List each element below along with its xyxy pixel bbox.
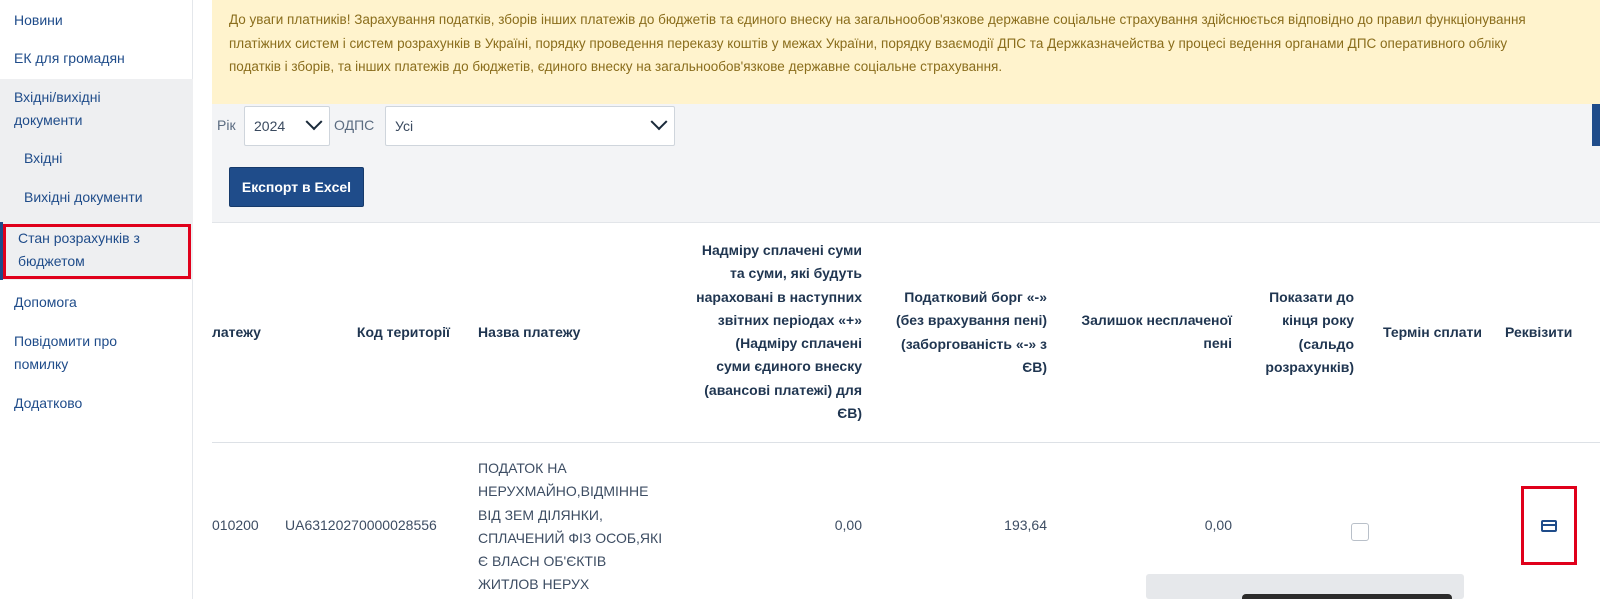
- sidebar-item-news[interactable]: Новини: [14, 9, 63, 32]
- sidebar-item-label: документи: [14, 112, 83, 128]
- sidebar-item-label: бюджетом: [18, 253, 85, 269]
- sidebar: Новини ЕК для громадян Вхідні/вихідні до…: [0, 0, 193, 599]
- sidebar-item-documents[interactable]: Вхідні/вихідні документи: [14, 86, 101, 132]
- header-show-year-end: Показати до кінця року (сальдо розрахунк…: [1265, 289, 1354, 375]
- header-overpaid: Надміру сплачені суми та суми, які будут…: [696, 242, 862, 422]
- sidebar-item-ek-citizens[interactable]: ЕК для громадян: [14, 47, 125, 70]
- odps-select-value: Усі: [395, 118, 414, 134]
- header-tax-debt: Податковий борг «-» (без врахування пені…: [895, 289, 1047, 375]
- year-select[interactable]: 2024: [244, 106, 330, 146]
- payer-notice: До уваги платників! Зарахування податків…: [212, 0, 1600, 104]
- sidebar-item-label: помилку: [14, 356, 69, 372]
- show-year-end-checkbox[interactable]: [1351, 523, 1369, 541]
- cell-penalty: 0,00: [1204, 517, 1232, 533]
- apply-button-edge[interactable]: [1592, 104, 1600, 146]
- sidebar-item-additional[interactable]: Додатково: [14, 392, 82, 415]
- settlements-table: [212, 222, 1600, 599]
- header-territory-code: Код території: [356, 324, 450, 340]
- sidebar-item-report-error[interactable]: Повідомити про помилку: [14, 330, 117, 376]
- export-excel-button[interactable]: Експорт в Excel: [229, 167, 364, 207]
- odps-select[interactable]: Усі: [385, 106, 675, 146]
- sidebar-item-incoming[interactable]: Вхідні: [24, 147, 62, 170]
- cell-territory-code: UA63120270000028556: [285, 517, 437, 533]
- year-select-value: 2024: [254, 118, 286, 134]
- notice-line: платіжних систем і систем розрахунків в …: [229, 35, 1508, 51]
- header-penalty: Залишок несплаченої пені: [1081, 312, 1232, 352]
- sidebar-item-label: Повідомити про: [14, 333, 118, 349]
- cell-overpaid: 0,00: [834, 517, 862, 533]
- main-content: До уваги платників! Зарахування податків…: [212, 0, 1600, 599]
- header-payment-code: латежу: [212, 324, 261, 340]
- year-label: Рік: [217, 117, 236, 133]
- credit-card-icon: [1541, 519, 1557, 532]
- sidebar-item-help[interactable]: Допомога: [14, 291, 77, 314]
- cell-payment-name: ПОДАТОК НА НЕРУХМАЙНО,ВІДМІННЕ ВІД ЗЕМ Д…: [478, 460, 663, 593]
- header-divider: [212, 442, 1600, 443]
- cell-payment-code: 010200: [212, 517, 259, 533]
- chevron-down-icon: [305, 113, 323, 131]
- tooltip-popup-inner: [1242, 594, 1452, 599]
- cell-tax-debt: 193,64: [1004, 517, 1047, 533]
- sidebar-item-label: Вхідні/вихідні: [14, 89, 101, 105]
- odps-label: ОДПС: [334, 117, 375, 133]
- header-requisites: Реквізити: [1505, 324, 1573, 340]
- sidebar-item-outgoing[interactable]: Вихідні документи: [24, 186, 143, 209]
- requisites-button[interactable]: [1521, 486, 1577, 565]
- notice-line: податків і зборів, та інших платежів до …: [229, 59, 1003, 74]
- chevron-down-icon: [650, 113, 668, 131]
- sidebar-item-budget-settlements[interactable]: Стан розрахунків з бюджетом: [18, 227, 140, 273]
- header-due-date: Термін сплати: [1383, 324, 1482, 340]
- sidebar-item-label: Стан розрахунків з: [18, 230, 140, 246]
- header-payment-name: Назва платежу: [478, 324, 581, 340]
- notice-line: До уваги платників! Зарахування податків…: [229, 12, 1526, 27]
